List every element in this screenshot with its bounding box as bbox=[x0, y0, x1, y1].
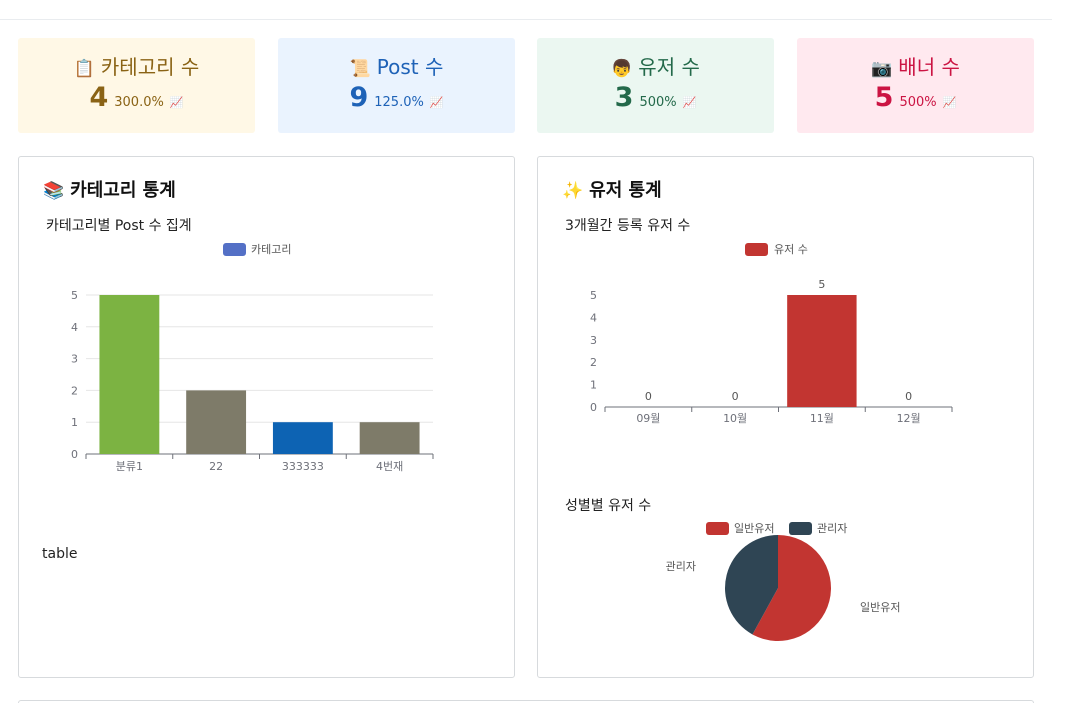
x-tick-label: 12월 bbox=[897, 412, 921, 425]
top-divider bbox=[0, 19, 1052, 20]
data-label: 0 bbox=[905, 390, 912, 403]
trend-up-icon: 📈 bbox=[169, 96, 184, 109]
y-tick-label: 0 bbox=[71, 448, 78, 461]
stat-value: 3 bbox=[614, 82, 634, 113]
scroll-icon: 📜 bbox=[349, 59, 371, 79]
x-tick-label: 분류1 bbox=[116, 460, 143, 473]
trend-up-icon: 📈 bbox=[942, 96, 957, 109]
stat-percent: 125.0% bbox=[374, 95, 424, 110]
x-tick-label: 10월 bbox=[723, 412, 747, 425]
stat-card-banner: 📷 배너 수 5 500% 📈 bbox=[797, 38, 1034, 133]
data-label: 0 bbox=[732, 390, 739, 403]
data-label: 5 bbox=[818, 278, 825, 291]
category-bar-chart: 카테고리 0 1 2 3 4 5 분류1 22 333333 4번재 bbox=[71, 243, 434, 473]
y-tick-label: 2 bbox=[71, 384, 78, 397]
tag-icon: 📋 bbox=[73, 59, 95, 79]
legend-label: 유저 수 bbox=[774, 243, 808, 256]
y-tick-label: 1 bbox=[590, 379, 597, 392]
stat-value: 5 bbox=[874, 82, 894, 113]
stat-card-post: 📜 Post 수 9 125.0% 📈 bbox=[278, 38, 515, 133]
stat-label: 카테고리 수 bbox=[100, 55, 200, 79]
y-tick-label: 4 bbox=[71, 321, 78, 334]
stat-label: 유저 수 bbox=[638, 55, 700, 79]
stat-percent: 300.0% bbox=[114, 95, 164, 110]
bar bbox=[359, 422, 420, 454]
legend-label: 일반유저 bbox=[734, 521, 774, 535]
user-stats-panel: ✨ 유저 통계 3개월간 등록 유저 수 성별별 유저 수 유저 수0123450… bbox=[537, 156, 1034, 678]
legend-swatch bbox=[745, 243, 768, 256]
pie-label: 관리자 bbox=[666, 560, 696, 573]
legend-swatch bbox=[706, 522, 729, 535]
pie-label: 일반유저 bbox=[860, 600, 900, 614]
y-tick-label: 5 bbox=[590, 289, 597, 302]
legend-label: 카테고리 bbox=[251, 243, 291, 256]
x-tick-label: 22 bbox=[209, 460, 223, 473]
user-charts: 유저 수012345009월010월511월012월일반유저 관리자일반유저관리자 bbox=[590, 243, 953, 641]
legend-swatch bbox=[223, 243, 246, 256]
stat-value: 9 bbox=[349, 82, 369, 113]
legend-swatch bbox=[789, 522, 812, 535]
stat-card-user: 👦 유저 수 3 500% 📈 bbox=[537, 38, 774, 133]
bar bbox=[99, 295, 160, 454]
y-tick-label: 4 bbox=[590, 311, 597, 324]
x-tick-label: 09월 bbox=[636, 412, 660, 425]
data-label: 0 bbox=[645, 390, 652, 403]
y-tick-label: 1 bbox=[71, 416, 78, 429]
y-tick-label: 2 bbox=[590, 356, 597, 369]
stat-label: 배너 수 bbox=[898, 55, 960, 79]
camera-icon: 📷 bbox=[871, 59, 893, 79]
bar bbox=[272, 422, 333, 454]
y-tick-label: 3 bbox=[71, 353, 78, 366]
stat-cards: 📋 카테고리 수 4 300.0% 📈 📜 Post 수 9 125.0% 📈 👦 유저 수 … bbox=[18, 38, 1034, 133]
legend-label: 관리자 bbox=[817, 522, 847, 535]
boy-face-icon: 👦 bbox=[611, 59, 633, 79]
x-tick-label: 333333 bbox=[282, 460, 324, 473]
table-placeholder: table bbox=[42, 546, 78, 562]
stat-card-category: 📋 카테고리 수 4 300.0% 📈 bbox=[18, 38, 255, 133]
trend-up-icon: 📈 bbox=[682, 96, 697, 109]
stat-percent: 500% bbox=[639, 95, 677, 110]
trend-up-icon: 📈 bbox=[429, 96, 444, 109]
category-stats-panel: 📚 카테고리 통계 카테고리별 Post 수 집계 카테고리 0 1 2 3 4 5 분류1 22… bbox=[18, 156, 515, 678]
bar bbox=[787, 295, 857, 407]
bar bbox=[186, 390, 247, 454]
y-tick-label: 5 bbox=[71, 289, 78, 302]
stat-value: 4 bbox=[89, 82, 109, 113]
y-tick-label: 3 bbox=[590, 334, 597, 347]
y-tick-label: 0 bbox=[590, 401, 597, 414]
x-tick-label: 4번재 bbox=[376, 460, 403, 473]
stat-percent: 500% bbox=[899, 95, 937, 110]
stat-label: Post 수 bbox=[376, 55, 444, 79]
x-tick-label: 11월 bbox=[810, 412, 834, 425]
